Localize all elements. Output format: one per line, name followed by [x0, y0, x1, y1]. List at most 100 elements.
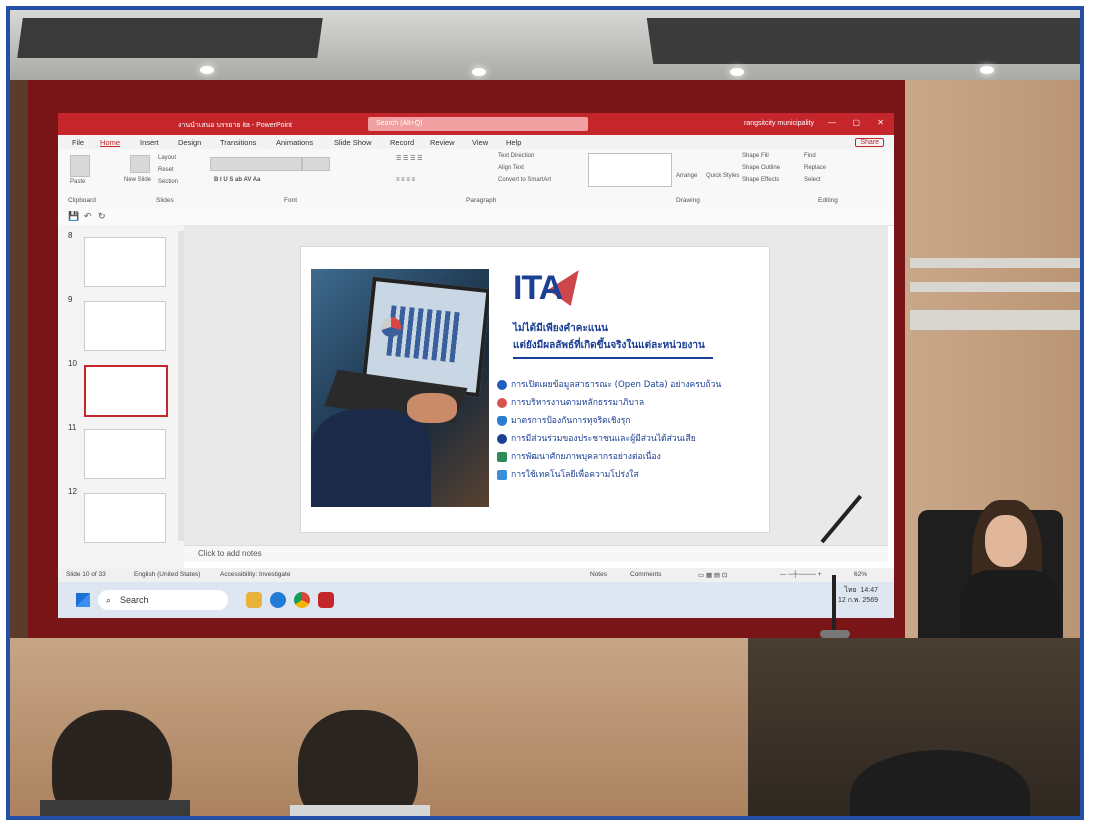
section-button[interactable]: Section	[158, 179, 178, 185]
comments-button[interactable]: Comments	[630, 571, 661, 578]
current-slide[interactable]: ITA ไม่ได้มีเพียงคำคะแนน แต่ยังมีผลลัพธ์…	[300, 246, 770, 533]
photo-frame: งานนำเสนอ บรรยาย ita - PowerPoint Search…	[6, 6, 1084, 820]
menu-animations[interactable]: Animations	[276, 138, 313, 147]
wall-stripe	[910, 282, 1080, 292]
undo-icon[interactable]: ↶	[84, 211, 92, 222]
shapes-gallery[interactable]	[588, 153, 672, 187]
taskbar: ⌕ Search ไทย 14:47 12 ก.พ. 2569	[58, 582, 894, 618]
menu-review[interactable]: Review	[430, 138, 455, 147]
thumb-number: 9	[68, 295, 73, 304]
menu-help[interactable]: Help	[506, 138, 521, 147]
suit-sleeve	[311, 409, 431, 507]
microphone-stand	[832, 575, 836, 637]
share-button[interactable]: Share	[855, 138, 884, 147]
arrange-button[interactable]: Arrange	[676, 173, 697, 179]
font-size-select[interactable]	[302, 157, 330, 171]
powerpoint-icon[interactable]	[318, 592, 334, 608]
taskbar-search[interactable]: ⌕ Search	[98, 590, 228, 610]
clock-date: 12 ก.พ. 2569	[838, 597, 878, 604]
slide-subtitle: ไม่ได้มีเพียงคำคะแนน	[513, 323, 608, 334]
slide-thumbnail[interactable]	[84, 301, 166, 351]
zoom-slider[interactable]: — ─┼──── +	[780, 571, 822, 578]
user-name: rangsitcity municipality	[743, 120, 814, 127]
replace-button[interactable]: Replace	[804, 165, 826, 171]
notes-placeholder: Click to add notes	[198, 549, 262, 558]
bullets-buttons[interactable]: ☰ ☰ ☰ ☰	[396, 155, 423, 162]
slide-thumbnail[interactable]	[84, 429, 166, 479]
reset-button[interactable]: Reset	[158, 167, 174, 173]
paste-label: Paste	[70, 179, 86, 185]
bullet-item: การมีส่วนร่วมของประชาชนและผู้มีส่วนได้ส่…	[497, 431, 696, 445]
menu-insert[interactable]: Insert	[140, 138, 159, 147]
zoom-level[interactable]: 62%	[854, 571, 867, 578]
language-indicator: ไทย	[844, 587, 857, 594]
ceiling-light	[472, 68, 486, 76]
ceiling-panel	[646, 18, 1080, 64]
smartart-button[interactable]: Convert to SmartArt	[498, 177, 551, 183]
shape-fill-button[interactable]: Shape Fill	[742, 153, 769, 159]
redo-icon[interactable]: ↻	[98, 211, 106, 222]
notes-button[interactable]: Notes	[590, 571, 607, 578]
align-text-button[interactable]: Align Text	[498, 165, 524, 171]
laptop-photo	[311, 269, 489, 507]
projected-screen: งานนำเสนอ บรรยาย ita - PowerPoint Search…	[58, 113, 894, 618]
format-buttons[interactable]: B I U S ab AV Aa	[214, 177, 260, 183]
monitor-icon	[497, 469, 507, 480]
font-name-select[interactable]	[210, 157, 302, 171]
windows-start-icon[interactable]	[76, 593, 90, 607]
new-slide-icon[interactable]	[130, 155, 150, 173]
slide-thumbnail[interactable]	[84, 237, 166, 287]
thumb-number: 10	[68, 359, 77, 368]
ceiling-panel	[17, 18, 323, 58]
shape-outline-button[interactable]: Shape Outline	[742, 165, 780, 171]
find-button[interactable]: Find	[804, 153, 816, 159]
slide-counter: Slide 10 of 33	[66, 571, 106, 578]
search-icon	[497, 379, 507, 390]
menu-file[interactable]: File	[72, 138, 84, 147]
select-button[interactable]: Select	[804, 177, 821, 183]
layout-button[interactable]: Layout	[158, 155, 176, 161]
language-status[interactable]: English (United States)	[134, 571, 200, 578]
wall-stripe	[910, 310, 1080, 330]
thumb-number: 12	[68, 487, 77, 496]
quick-styles-button[interactable]: Quick Styles	[706, 173, 739, 179]
file-explorer-icon[interactable]	[246, 592, 262, 608]
ita-logo: ITA	[513, 269, 563, 307]
align-buttons[interactable]: ≡ ≡ ≡ ≡	[396, 177, 415, 183]
text-direction-button[interactable]: Text Direction	[498, 153, 534, 159]
menu-design[interactable]: Design	[178, 138, 201, 147]
menu-transitions[interactable]: Transitions	[220, 138, 256, 147]
menu-view[interactable]: View	[472, 138, 488, 147]
save-icon[interactable]: 💾	[68, 211, 79, 222]
audience-shoulders	[40, 800, 190, 816]
edge-icon[interactable]	[270, 592, 286, 608]
menu-bar: File Home Insert Design Transitions Anim…	[58, 135, 894, 149]
menu-home[interactable]: Home	[100, 138, 120, 147]
bullet-item: มาตรการป้องกันการทุจริตเชิงรุก	[497, 413, 631, 427]
shield-icon	[497, 415, 507, 426]
close-icon[interactable]: ✕	[877, 118, 884, 127]
ribbon: Paste New Slide Layout Reset Section B I…	[58, 149, 894, 210]
view-buttons[interactable]: ▭ ▦ ▤ ⊡	[698, 571, 727, 579]
search-input[interactable]: Search (Alt+Q)	[368, 117, 588, 131]
people-icon	[497, 433, 507, 444]
shape-effects-button[interactable]: Shape Effects	[742, 177, 779, 183]
slide-thumbnail[interactable]	[84, 493, 166, 543]
maximize-icon[interactable]: ▢	[852, 118, 860, 127]
minimize-icon[interactable]: —	[828, 118, 836, 127]
audience-shoulders	[290, 805, 430, 816]
thumb-number: 8	[68, 231, 73, 240]
hand	[407, 393, 457, 423]
slide-thumbnail-selected[interactable]	[84, 365, 168, 417]
menu-record[interactable]: Record	[390, 138, 414, 147]
ceiling	[10, 10, 1080, 80]
search-icon: ⌕	[106, 595, 112, 605]
speaker-face	[985, 515, 1027, 567]
notes-pane[interactable]: Click to add notes	[184, 545, 888, 562]
menu-slideshow[interactable]: Slide Show	[334, 138, 372, 147]
chrome-icon[interactable]	[294, 592, 310, 608]
bullet-item: การเปิดเผยข้อมูลสาธารณะ (Open Data) อย่า…	[497, 377, 721, 391]
accessibility-status[interactable]: Accessibility: Investigate	[220, 571, 290, 578]
system-tray[interactable]: ไทย 14:47 12 ก.พ. 2569	[838, 586, 878, 606]
paste-icon[interactable]	[70, 155, 90, 177]
